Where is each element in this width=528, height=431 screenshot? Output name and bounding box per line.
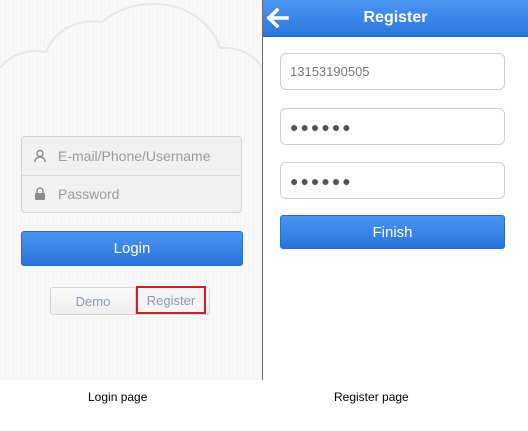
register-nav-bar: Register [263,0,528,37]
password-placeholder: Password [58,186,120,202]
username-placeholder: E-mail/Phone/Username [58,148,211,164]
credentials-box: E-mail/Phone/Username Password [21,136,242,213]
login-page-panel: E-mail/Phone/Username Password Login Dem… [0,0,262,380]
login-button[interactable]: Login [21,231,243,266]
user-icon [22,149,58,163]
demo-register-segmented-control: Demo Register [50,286,210,315]
cloud-background [0,2,262,69]
login-caption: Login page [88,390,148,404]
phone-input[interactable]: 13153190505 [280,53,505,90]
username-field[interactable]: E-mail/Phone/Username [22,137,241,176]
register-title: Register [363,9,428,26]
demo-button[interactable]: Demo [51,288,136,314]
register-caption: Register page [334,390,409,404]
lock-icon [22,187,58,201]
password-input[interactable]: ●●●●●● [280,108,505,145]
password-field[interactable]: Password [22,175,241,213]
finish-button[interactable]: Finish [280,215,505,249]
confirm-password-input[interactable]: ●●●●●● [280,162,505,199]
register-link-button[interactable]: Register [136,286,206,314]
register-page-panel: Register 13153190505 ●●●●●● ●●●●●● Finis… [263,0,528,380]
